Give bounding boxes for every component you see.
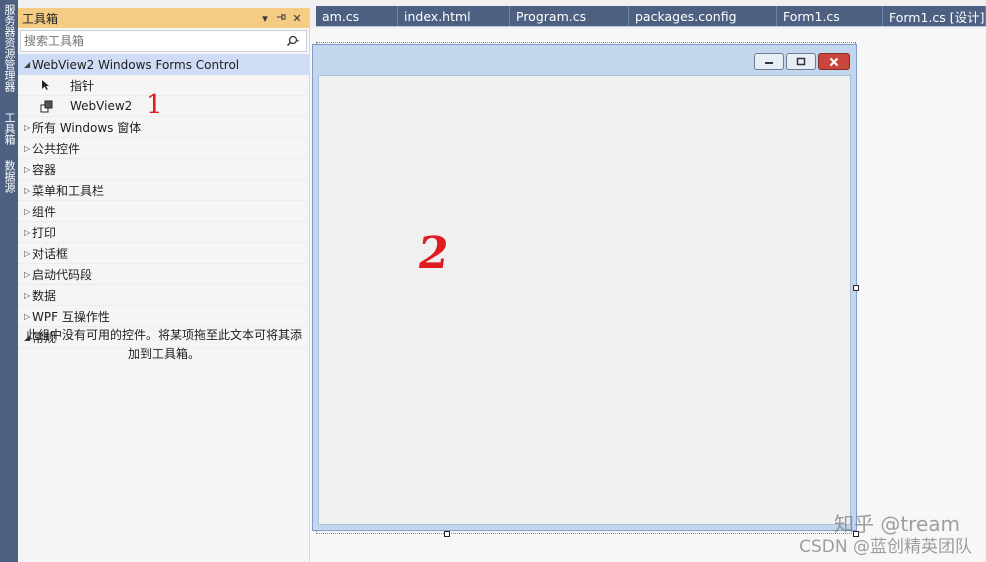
document-tab-bar: am.cs index.html Program.cs packages.con… [316, 6, 986, 26]
empty-group-message: 此组中没有可用的控件。将某项拖至此文本可将其添加到工具箱。 [26, 328, 303, 361]
toolbox-tab[interactable]: 工具箱 [0, 112, 18, 154]
close-icon[interactable]: ✕ [289, 12, 305, 25]
toolbox-list: ◢ WebView2 Windows Forms Control 指针 WebV… [18, 54, 310, 348]
pointer-icon [40, 79, 70, 91]
toolbox-title: 工具箱 [22, 11, 59, 26]
resize-handle-right[interactable] [853, 285, 859, 291]
expand-arrow-icon: ▷ [24, 227, 31, 237]
expand-arrow-icon: ▷ [24, 143, 31, 153]
group-label: 所有 Windows 窗体 [32, 120, 142, 135]
group-webview2[interactable]: ◢ WebView2 Windows Forms Control [18, 54, 310, 75]
tab-program-partial[interactable]: am.cs [316, 6, 398, 26]
expand-arrow-icon: ▷ [24, 311, 31, 321]
group-common-controls[interactable]: ▷ 公共控件 [18, 138, 310, 159]
group-label: 启动代码段 [32, 267, 93, 282]
tab-form1-cs[interactable]: Form1.cs [777, 6, 883, 26]
group-containers[interactable]: ▷ 容器 [18, 159, 310, 180]
webview2-component-icon [40, 100, 70, 113]
group-printing[interactable]: ▷ 打印 [18, 222, 310, 243]
group-startup-snippets[interactable]: ▷ 启动代码段 [18, 264, 310, 285]
group-label: 容器 [32, 162, 57, 177]
group-components[interactable]: ▷ 组件 [18, 201, 310, 222]
tab-program-cs[interactable]: Program.cs [510, 6, 629, 26]
pin-icon[interactable] [273, 12, 289, 25]
annotation-1: 1 [146, 90, 163, 120]
data-sources-tab[interactable]: 数据源 [0, 160, 18, 202]
group-label: 对话框 [32, 246, 69, 261]
group-data[interactable]: ▷ 数据 [18, 285, 310, 306]
server-explorer-tab[interactable]: 服务器资源管理器 [0, 4, 18, 104]
toolbox-item-webview2[interactable]: WebView2 [18, 96, 310, 117]
group-label: 公共控件 [32, 141, 81, 156]
tab-underline [316, 26, 986, 27]
group-menus-toolbars[interactable]: ▷ 菜单和工具栏 [18, 180, 310, 201]
expand-arrow-icon: ▷ [24, 122, 31, 132]
dropdown-icon[interactable]: ▾ [257, 12, 273, 25]
form-client-area[interactable] [318, 75, 851, 525]
maximize-icon[interactable] [786, 53, 816, 70]
search-icon[interactable] [283, 35, 303, 47]
expand-arrow-icon: ▷ [24, 164, 31, 174]
item-label: 指针 [70, 78, 95, 93]
toolbox-search-box [20, 30, 307, 52]
toolbox-panel: 工具箱 ▾ ✕ ◢ WebView2 Windows Forms Control… [18, 8, 310, 562]
form-window[interactable] [312, 44, 857, 531]
group-label: WPF 互操作性 [32, 309, 110, 324]
toolbox-item-pointer[interactable]: 指针 [18, 75, 310, 96]
group-label: 数据 [32, 288, 57, 303]
expand-arrow-icon: ▷ [24, 185, 31, 195]
search-input[interactable] [24, 34, 283, 48]
group-dialogs[interactable]: ▷ 对话框 [18, 243, 310, 264]
expand-arrow-icon: ▷ [24, 206, 31, 216]
tab-index-html[interactable]: index.html [398, 6, 510, 26]
watermark-csdn: CSDN @蓝创精英团队 [799, 537, 972, 557]
expand-arrow-icon: ▷ [24, 248, 31, 258]
group-all-windows-forms[interactable]: ▷ 所有 Windows 窗体 [18, 117, 310, 138]
group-label: WebView2 Windows Forms Control [32, 57, 240, 72]
expand-arrow-icon: ▷ [24, 269, 31, 279]
group-label: 组件 [32, 204, 57, 219]
tab-form1-design[interactable]: Form1.cs [设计] [883, 6, 986, 26]
group-label: 菜单和工具栏 [32, 183, 105, 198]
minimize-icon[interactable] [754, 53, 784, 70]
group-label: 打印 [32, 225, 57, 240]
form-title-bar [313, 45, 856, 75]
close-window-icon[interactable] [818, 53, 850, 70]
item-label: WebView2 [70, 99, 133, 113]
tab-packages-config[interactable]: packages.config [629, 6, 777, 26]
expand-arrow-icon: ▷ [24, 290, 31, 300]
group-wpf-interop[interactable]: ▷ WPF 互操作性 [18, 306, 310, 327]
collapse-arrow-icon: ◢ [24, 60, 31, 69]
resize-handle-bottom[interactable] [444, 531, 450, 537]
left-tool-strip: 服务器资源管理器 工具箱 数据源 [0, 0, 18, 562]
toolbox-title-bar: 工具箱 ▾ ✕ [18, 8, 309, 28]
